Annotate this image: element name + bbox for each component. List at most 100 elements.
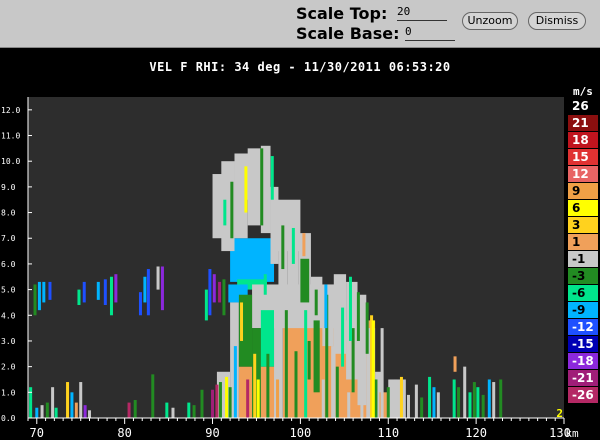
- echo-streak: [463, 366, 467, 418]
- x-tick-label: 90: [205, 426, 219, 440]
- echo-streak: [365, 302, 369, 354]
- echo-streak: [294, 351, 298, 418]
- echo-streak: [476, 387, 480, 418]
- echo-streak: [284, 310, 288, 418]
- colorbar-entry: 6: [568, 200, 598, 216]
- echo-streak: [371, 320, 375, 418]
- echo-streak: [79, 382, 83, 418]
- echo-streak: [233, 346, 237, 418]
- y-tick-label: 1.0: [1, 388, 16, 397]
- echo-column: [300, 258, 310, 303]
- echo-streak: [386, 387, 390, 418]
- echo-streak: [223, 199, 227, 226]
- echo-streak: [240, 302, 244, 341]
- echo-streak: [88, 410, 92, 418]
- echo-streak: [472, 382, 476, 418]
- x-tick-label: 110: [377, 426, 399, 440]
- echo-streak: [291, 227, 295, 264]
- echo-region: [230, 238, 275, 282]
- echo-streak: [127, 402, 131, 418]
- colorbar-entry: 3: [568, 217, 598, 233]
- echo-streak: [51, 387, 55, 418]
- echo-streak: [187, 402, 191, 418]
- echo-streak: [341, 307, 345, 367]
- echo-streak: [380, 328, 384, 418]
- echo-streak: [276, 379, 280, 418]
- echo-streak: [230, 181, 234, 239]
- echo-streak: [33, 284, 37, 316]
- echo-streak: [351, 328, 355, 393]
- echo-streak: [487, 379, 491, 418]
- echo-streak: [138, 292, 142, 316]
- y-tick-label: 4.0: [1, 311, 16, 320]
- echo-streak: [324, 284, 328, 329]
- echo-streak: [228, 387, 232, 418]
- echo-streak: [270, 156, 274, 200]
- echo-streak: [247, 251, 251, 277]
- rhi-velocity-plot[interactable]: 0.01.02.03.04.05.06.07.08.09.010.011.012…: [0, 0, 600, 440]
- colorbar-unit: m/s: [573, 85, 593, 98]
- colorbar-entry: 12: [568, 166, 598, 182]
- echo-column: [313, 320, 320, 393]
- echo-streak: [304, 310, 308, 418]
- echo-streak: [82, 281, 86, 303]
- colorbar-entry: -6: [568, 285, 598, 301]
- echo-streak: [218, 382, 222, 418]
- colorbar-entry: 1: [568, 234, 598, 250]
- echo-streak: [314, 289, 318, 316]
- echo-streak: [211, 389, 215, 418]
- echo-streak: [218, 281, 222, 303]
- echo-streak: [143, 276, 147, 303]
- echo-streak: [42, 281, 46, 303]
- colorbar-entry: 26: [568, 98, 598, 114]
- echo-streak: [266, 353, 270, 418]
- echo-streak: [436, 392, 440, 418]
- y-tick-label: 12.0: [1, 106, 20, 115]
- colorbar-entry: 9: [568, 183, 598, 199]
- echo-streak: [225, 376, 229, 418]
- echo-streak: [256, 379, 260, 418]
- echo-streak: [468, 392, 472, 418]
- echo-streak: [160, 266, 164, 311]
- echo-column: [333, 274, 347, 354]
- echo-streak: [215, 384, 219, 418]
- echo-streak: [428, 376, 432, 418]
- echo-streak: [83, 405, 87, 418]
- colorbar-entry: -18: [568, 353, 598, 369]
- echo-streak: [452, 379, 456, 418]
- echo-streak: [457, 387, 461, 418]
- echo-streak: [499, 379, 503, 418]
- echo-streak: [260, 148, 264, 226]
- echo-streak: [77, 289, 81, 306]
- echo-streak: [393, 379, 397, 418]
- echo-streak: [420, 397, 424, 418]
- echo-streak: [103, 279, 107, 306]
- echo-streak: [281, 225, 285, 270]
- colorbar-entry: -1: [568, 251, 598, 267]
- echo-streak: [109, 276, 113, 316]
- y-tick-label: 10.0: [1, 157, 20, 166]
- echo-streak: [492, 382, 496, 418]
- echo-streak: [244, 166, 248, 213]
- echo-streak: [302, 233, 306, 257]
- echo-streak: [96, 281, 100, 300]
- echo-streak: [348, 276, 352, 341]
- echo-streak: [321, 379, 325, 418]
- echo-streak: [263, 274, 267, 295]
- echo-streak: [222, 279, 226, 316]
- echo-streak: [399, 376, 403, 418]
- echo-column: [216, 371, 231, 418]
- x-tick-label: 70: [30, 426, 44, 440]
- colorbar-entry: -9: [568, 302, 598, 318]
- echo-streak: [414, 384, 418, 418]
- echo-streak: [335, 366, 339, 418]
- y-tick-label: 8.0: [1, 209, 16, 218]
- y-tick-label: 5.0: [1, 286, 16, 295]
- x-tick-label: 120: [465, 426, 487, 440]
- echo-streak: [35, 407, 39, 418]
- echo-streak: [45, 402, 49, 418]
- echo-streak: [66, 382, 70, 418]
- echo-column: [388, 379, 406, 418]
- colorbar-entry: 21: [568, 115, 598, 131]
- echo-streak: [212, 274, 216, 303]
